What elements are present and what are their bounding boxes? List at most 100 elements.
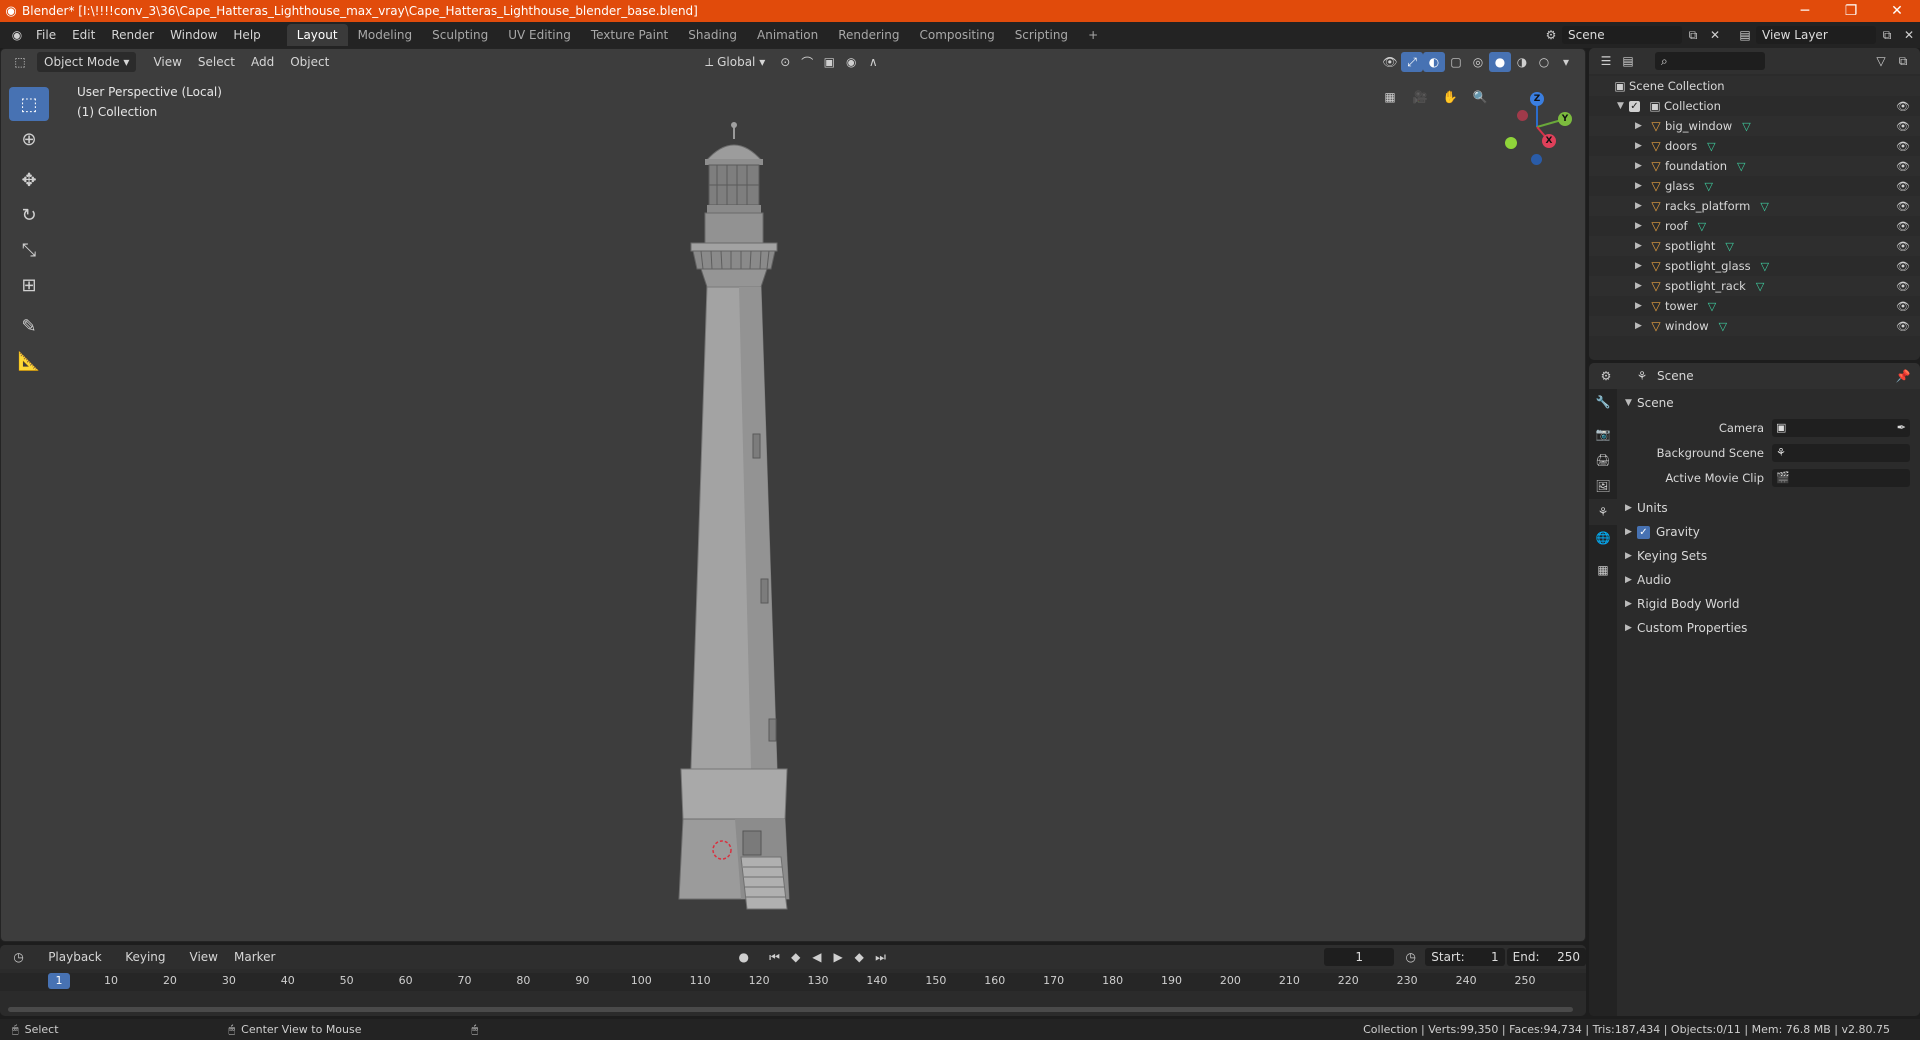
tab-layout[interactable]: Layout [286, 24, 348, 46]
eye-icon[interactable]: 👁 [1896, 260, 1910, 273]
eye-icon[interactable]: 👁 [1896, 320, 1910, 333]
solid-shading-icon[interactable]: ● [1489, 52, 1511, 72]
cursor-tool-icon[interactable]: ⊕ [9, 122, 49, 156]
visibility-icon[interactable]: 👁 [1379, 52, 1401, 72]
gizmo-toggle-icon[interactable]: ⤢ [1401, 52, 1423, 72]
outliner-row-big-window[interactable]: ▶ ▽ big_window ▽ 👁 [1589, 116, 1920, 136]
material-shading-icon[interactable]: ◑ [1511, 52, 1533, 72]
mesh-data-icon[interactable]: ▽ [1737, 160, 1745, 173]
timeline-editor-type-icon[interactable]: ◷ [8, 947, 29, 967]
remove-scene-icon[interactable]: ✕ [1704, 25, 1726, 45]
timeline-menu-keying[interactable]: Keying ▾ [118, 947, 180, 984]
viewport-menu-select[interactable]: Select [191, 52, 242, 72]
keying-sets-panel[interactable]: ▶ Keying Sets [1619, 544, 1916, 568]
lighthouse-model[interactable] [661, 119, 861, 919]
tab-rendering[interactable]: Rendering [828, 24, 909, 46]
maximize-button[interactable]: ❐ [1828, 0, 1874, 22]
transform-orientation-selector[interactable]: ⟂ Global ▾ [698, 52, 772, 72]
camera-field[interactable]: ▣ ✒ [1772, 418, 1910, 437]
prev-keyframe-icon[interactable]: ◆ [785, 947, 806, 967]
camera-view-icon[interactable]: 🎥 [1409, 87, 1431, 107]
rotate-tool-icon[interactable]: ↻ [9, 198, 49, 232]
gizmo-neg-y-dot[interactable] [1505, 137, 1517, 149]
mesh-data-icon[interactable]: ▽ [1761, 260, 1769, 273]
preview-range-icon[interactable]: ◷ [1400, 947, 1421, 967]
expand-triangle-icon[interactable]: ▶ [1635, 261, 1647, 271]
toggle-camera-grid-icon[interactable]: ▦ [1379, 87, 1401, 107]
scale-tool-icon[interactable]: ⤡ [9, 233, 49, 267]
eye-icon[interactable]: 👁 [1896, 140, 1910, 153]
audio-panel[interactable]: ▶ Audio [1619, 568, 1916, 592]
play-icon[interactable]: ▶ [828, 947, 849, 967]
shading-options-icon[interactable]: ▾ [1555, 52, 1577, 72]
tab-shading[interactable]: Shading [678, 24, 747, 46]
eye-icon[interactable]: 👁 [1896, 300, 1910, 313]
gizmo-neg-z-dot[interactable] [1531, 154, 1542, 165]
outliner-row-scene-collection[interactable]: ▣ Scene Collection [1589, 76, 1920, 96]
expand-triangle-icon[interactable]: ▶ [1635, 281, 1647, 291]
expand-triangle-icon[interactable]: ▶ [1635, 161, 1647, 171]
mesh-data-icon[interactable]: ▽ [1760, 200, 1768, 213]
tab-sculpting[interactable]: Sculpting [422, 24, 498, 46]
eye-icon[interactable]: 👁 [1896, 220, 1910, 233]
close-button[interactable]: ✕ [1874, 0, 1920, 22]
menu-help[interactable]: Help [225, 22, 268, 48]
mesh-data-icon[interactable]: ▽ [1725, 240, 1733, 253]
render-tab-icon[interactable]: 📷 [1589, 421, 1617, 447]
editor-type-icon[interactable]: ⬚ [9, 52, 31, 72]
eye-icon[interactable]: 👁 [1896, 100, 1910, 113]
eye-icon[interactable]: 👁 [1896, 180, 1910, 193]
outliner-row-racks-platform[interactable]: ▶ ▽ racks_platform ▽ 👁 [1589, 196, 1920, 216]
current-frame-marker[interactable]: 1 [48, 973, 70, 989]
end-frame-field[interactable]: End: 250 [1506, 948, 1586, 966]
annotate-tool-icon[interactable]: ✎ [9, 309, 49, 343]
3d-viewport[interactable]: ⬚ Object Mode ▾ View Select Add Object ⟂… [0, 48, 1586, 942]
jump-start-icon[interactable]: ⏮ [764, 947, 785, 967]
gravity-panel[interactable]: ▶ ✓ Gravity [1619, 520, 1916, 544]
eye-icon[interactable]: 👁 [1896, 160, 1910, 173]
play-reverse-icon[interactable]: ◀ [806, 947, 827, 967]
expand-triangle-icon[interactable]: ▶ [1635, 321, 1647, 331]
scene-selector[interactable]: Scene [1562, 26, 1682, 44]
eye-icon[interactable]: 👁 [1896, 280, 1910, 293]
menu-file[interactable]: File [28, 22, 64, 48]
menu-edit[interactable]: Edit [64, 22, 103, 48]
timeline-menu-playback[interactable]: Playback ▾ [41, 947, 116, 984]
new-scene-icon[interactable]: ⧉ [1682, 25, 1704, 45]
wireframe-shading-icon[interactable]: ◎ [1467, 52, 1489, 72]
next-keyframe-icon[interactable]: ◆ [849, 947, 870, 967]
zoom-view-icon[interactable]: 🔍 [1469, 87, 1491, 107]
rigid-body-world-panel[interactable]: ▶ Rigid Body World [1619, 592, 1916, 616]
gizmo-neg-x-dot[interactable] [1517, 110, 1528, 121]
current-frame-field[interactable]: 1 [1324, 948, 1395, 966]
outliner-row-collection[interactable]: ▼ ✓ ▣ Collection 👁 [1589, 96, 1920, 116]
xray-icon[interactable]: ▢ [1445, 52, 1467, 72]
outliner-row-window[interactable]: ▶ ▽ window ▽ 👁 [1589, 316, 1920, 336]
view-layer-selector[interactable]: View Layer [1756, 26, 1876, 44]
scene-panel-header[interactable]: ▼ Scene [1619, 391, 1916, 415]
mesh-data-icon[interactable]: ▽ [1708, 300, 1716, 313]
record-icon[interactable]: ● [733, 947, 754, 967]
outliner-row-glass[interactable]: ▶ ▽ glass ▽ 👁 [1589, 176, 1920, 196]
falloff-icon[interactable]: ∧ [862, 52, 884, 72]
proportional-edit-icon[interactable]: ◉ [840, 52, 862, 72]
mesh-data-icon[interactable]: ▽ [1756, 280, 1764, 293]
viewport-menu-view[interactable]: View [146, 52, 188, 72]
texture-tab-icon[interactable]: ▦ [1589, 557, 1617, 583]
outliner-row-doors[interactable]: ▶ ▽ doors ▽ 👁 [1589, 136, 1920, 156]
gizmo-x-axis[interactable]: X [1542, 134, 1556, 148]
outliner-row-spotlight-glass[interactable]: ▶ ▽ spotlight_glass ▽ 👁 [1589, 256, 1920, 276]
expand-triangle-icon[interactable]: ▶ [1635, 301, 1647, 311]
navigation-gizmo[interactable]: Z Y X [1497, 87, 1577, 167]
display-mode-icon[interactable]: ▤ [1617, 51, 1639, 71]
expand-triangle-icon[interactable]: ▶ [1635, 201, 1647, 211]
mesh-data-icon[interactable]: ▽ [1705, 180, 1713, 193]
tab-compositing[interactable]: Compositing [909, 24, 1004, 46]
view-layer-icon[interactable]: ▤ [1734, 25, 1756, 45]
new-view-layer-icon[interactable]: ⧉ [1876, 25, 1898, 45]
viewport-menu-object[interactable]: Object [283, 52, 336, 72]
overlay-toggle-icon[interactable]: ◐ [1423, 52, 1445, 72]
mesh-data-icon[interactable]: ▽ [1719, 320, 1727, 333]
measure-tool-icon[interactable]: 📐 [9, 344, 49, 378]
timeline-ruler[interactable]: 1 10 20 30 40 50 60 70 80 90 100 110 120 130 140 150 16… [0, 973, 1586, 991]
